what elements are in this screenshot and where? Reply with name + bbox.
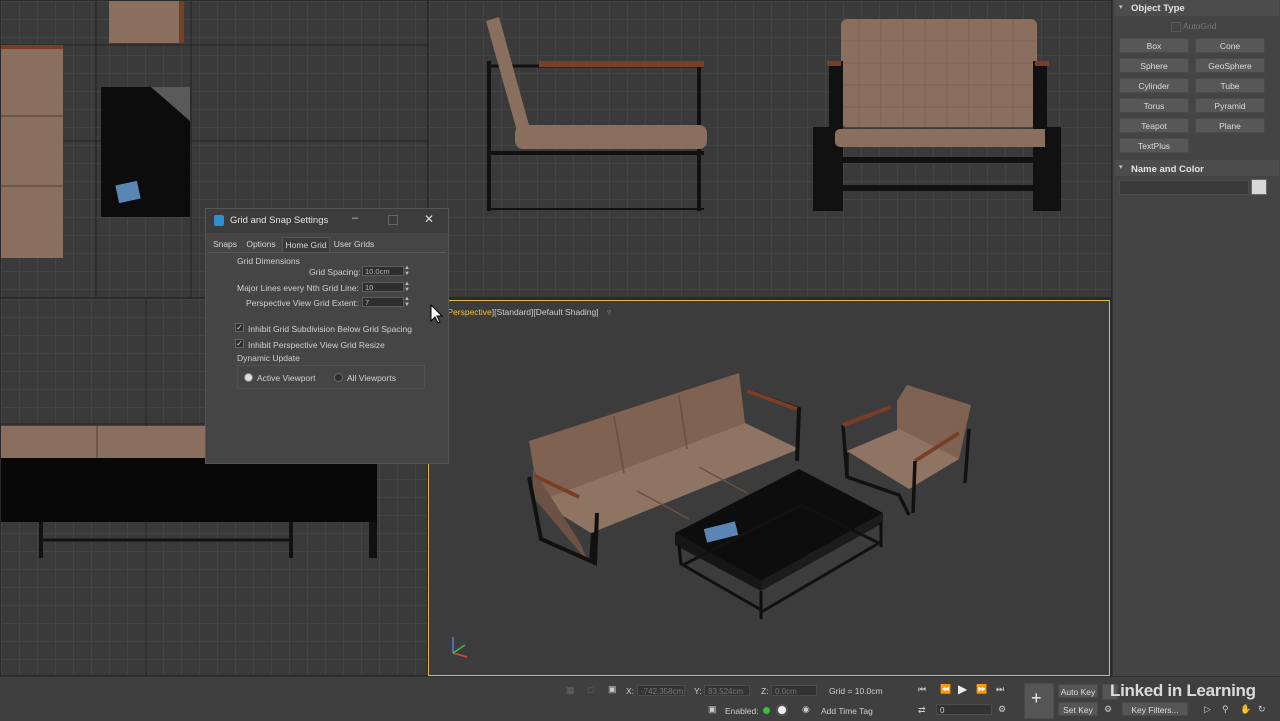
pyramid-button[interactable]: Pyramid (1195, 98, 1265, 113)
app-icon (214, 215, 224, 226)
inhibit-subdivision-checkbox[interactable]: ✓ (235, 323, 244, 332)
collapse-icon[interactable]: ▾ (1119, 3, 1123, 11)
cone-button[interactable]: Cone (1195, 38, 1265, 53)
torus-button[interactable]: Torus (1119, 98, 1189, 113)
time-tag-icon[interactable]: ◉ (802, 704, 810, 715)
grid-spacing-input[interactable]: 10.0cm (362, 266, 404, 276)
lock-selection-icon[interactable]: ▦ (566, 685, 575, 696)
auto-key-button[interactable]: Auto Key (1058, 684, 1098, 698)
autogrid-checkbox[interactable] (1171, 22, 1181, 32)
enabled-status-dot[interactable] (763, 707, 770, 714)
record-icon[interactable] (776, 704, 788, 716)
geosphere-button[interactable]: GeoSphere (1195, 58, 1265, 73)
active-viewport-radio[interactable] (244, 373, 253, 382)
add-time-tag-button[interactable]: Add Time Tag (821, 706, 873, 716)
tab-home-grid[interactable]: Home Grid (282, 237, 330, 253)
viewport-label-shading[interactable]: Default Shading (536, 307, 597, 317)
x-coord-input[interactable]: -742.358cm (637, 685, 685, 696)
dynamic-update-label: Dynamic Update (237, 353, 300, 363)
object-name-input[interactable] (1119, 180, 1249, 195)
grid-snap-dialog: Grid and Snap Settings – ✕ Snaps Options… (205, 208, 449, 464)
z-coord-input[interactable]: 0.0cm (771, 685, 817, 696)
tube-button[interactable]: Tube (1195, 78, 1265, 93)
teapot-button[interactable]: Teapot (1119, 118, 1189, 133)
key-filter-icon[interactable]: ⚙ (1104, 704, 1112, 715)
select-icon[interactable]: ▣ (708, 704, 717, 715)
go-to-start-icon[interactable]: ⏮ (918, 684, 926, 695)
current-frame-input[interactable]: 0 (936, 704, 992, 715)
sphere-button[interactable]: Sphere (1119, 58, 1189, 73)
all-viewports-radio[interactable] (334, 373, 343, 382)
maximize-icon[interactable] (388, 215, 398, 225)
dialog-title: Grid and Snap Settings (230, 215, 329, 226)
x-coord-label: X: (626, 686, 635, 696)
perspective-extent-label: Perspective View Grid Extent: (246, 298, 359, 308)
tab-snaps[interactable]: Snaps (210, 237, 240, 252)
zoom-icon[interactable]: ⚲ (1222, 704, 1229, 715)
plane-button[interactable]: Plane (1195, 118, 1265, 133)
cylinder-button[interactable]: Cylinder (1119, 78, 1189, 93)
tab-options[interactable]: Options (242, 237, 280, 252)
grid-size-text: Grid = 10.0cm (829, 686, 883, 696)
inhibit-subdivision-label: Inhibit Grid Subdivision Below Grid Spac… (248, 324, 412, 334)
active-viewport-label: Active Viewport (257, 373, 316, 383)
grid-spacing-label: Grid Spacing: (309, 267, 361, 277)
front-viewport-scene (486, 17, 1061, 211)
mouse-cursor-icon (430, 304, 444, 324)
perspective-extent-spinner-icon[interactable]: ▲ ▼ (404, 296, 410, 308)
watermark-text: Linked in Learning (1110, 681, 1256, 700)
tab-user-grids[interactable]: User Grids (330, 237, 378, 252)
minimize-icon[interactable]: – (352, 212, 358, 224)
box-button[interactable]: Box (1119, 38, 1189, 53)
viewport-label[interactable]: [Perspective][Standard][Default Shading]… (445, 307, 611, 318)
all-viewports-label: All Viewports (347, 373, 396, 383)
y-coord-label: Y: (694, 686, 702, 696)
set-key-button[interactable]: Set Key (1058, 702, 1098, 716)
orbit-icon[interactable]: ↻ (1258, 704, 1266, 715)
collapse-icon[interactable]: ▾ (1119, 163, 1123, 171)
viewport-label-name[interactable]: Perspective (447, 307, 491, 317)
filter-icon[interactable]: ▿ (607, 307, 611, 317)
viewport-label-view[interactable]: Standard (497, 307, 532, 317)
key-filters-button[interactable]: Key Filters... (1122, 702, 1188, 716)
textplus-button[interactable]: TextPlus (1119, 138, 1189, 153)
y-coord-input[interactable]: 83.524cm (704, 685, 750, 696)
major-lines-input[interactable]: 10 (362, 282, 404, 292)
grid-dimensions-group-title: Grid Dimensions (237, 256, 300, 266)
inhibit-resize-checkbox[interactable]: ✓ (235, 339, 244, 348)
z-coord-label: Z: (761, 686, 769, 696)
perspective-scene (452, 373, 971, 658)
absolute-mode-icon[interactable]: ▣ (608, 684, 617, 695)
pan-icon[interactable]: ✋ (1240, 704, 1251, 715)
isolate-icon[interactable]: □ (588, 685, 593, 695)
major-lines-label: Major Lines every Nth Grid Line: (237, 283, 359, 293)
autogrid-label: AutoGrid (1183, 21, 1217, 31)
grid-spacing-spinner-icon[interactable]: ▲ ▼ (404, 265, 410, 277)
play-icon[interactable]: ▶ (958, 682, 967, 696)
key-mode-icon[interactable]: ⇄ (918, 705, 926, 716)
inhibit-resize-label: Inhibit Perspective View Grid Resize (248, 340, 385, 350)
object-type-title: Object Type (1131, 3, 1185, 14)
command-panel: ▾ Object Type AutoGrid Box Cone Sphere G… (1112, 0, 1280, 720)
walkthrough-icon[interactable]: ▷ (1204, 704, 1211, 715)
tab-divider (208, 252, 446, 253)
front-viewport[interactable] (428, 0, 1112, 298)
perspective-extent-input[interactable]: 7 (362, 297, 404, 307)
perspective-viewport[interactable]: [Perspective][Standard][Default Shading]… (428, 300, 1110, 676)
time-config-icon[interactable]: ⚙ (998, 704, 1006, 715)
enabled-label: Enabled: (725, 706, 759, 716)
previous-frame-icon[interactable]: ⏪ (940, 684, 951, 695)
object-color-swatch[interactable] (1251, 179, 1267, 195)
name-color-title: Name and Color (1131, 164, 1204, 175)
close-icon[interactable]: ✕ (424, 212, 434, 226)
set-key-big-button[interactable]: + (1024, 683, 1054, 719)
major-lines-spinner-icon[interactable]: ▲ ▼ (404, 281, 410, 293)
go-to-end-icon[interactable]: ⏭ (996, 684, 1004, 695)
next-frame-icon[interactable]: ⏩ (976, 684, 987, 695)
key-plus-icon: + (1031, 688, 1042, 708)
status-bar: ▦ □ ▣ X: -742.358cm Y: 83.524cm Z: 0.0cm… (0, 676, 1280, 721)
